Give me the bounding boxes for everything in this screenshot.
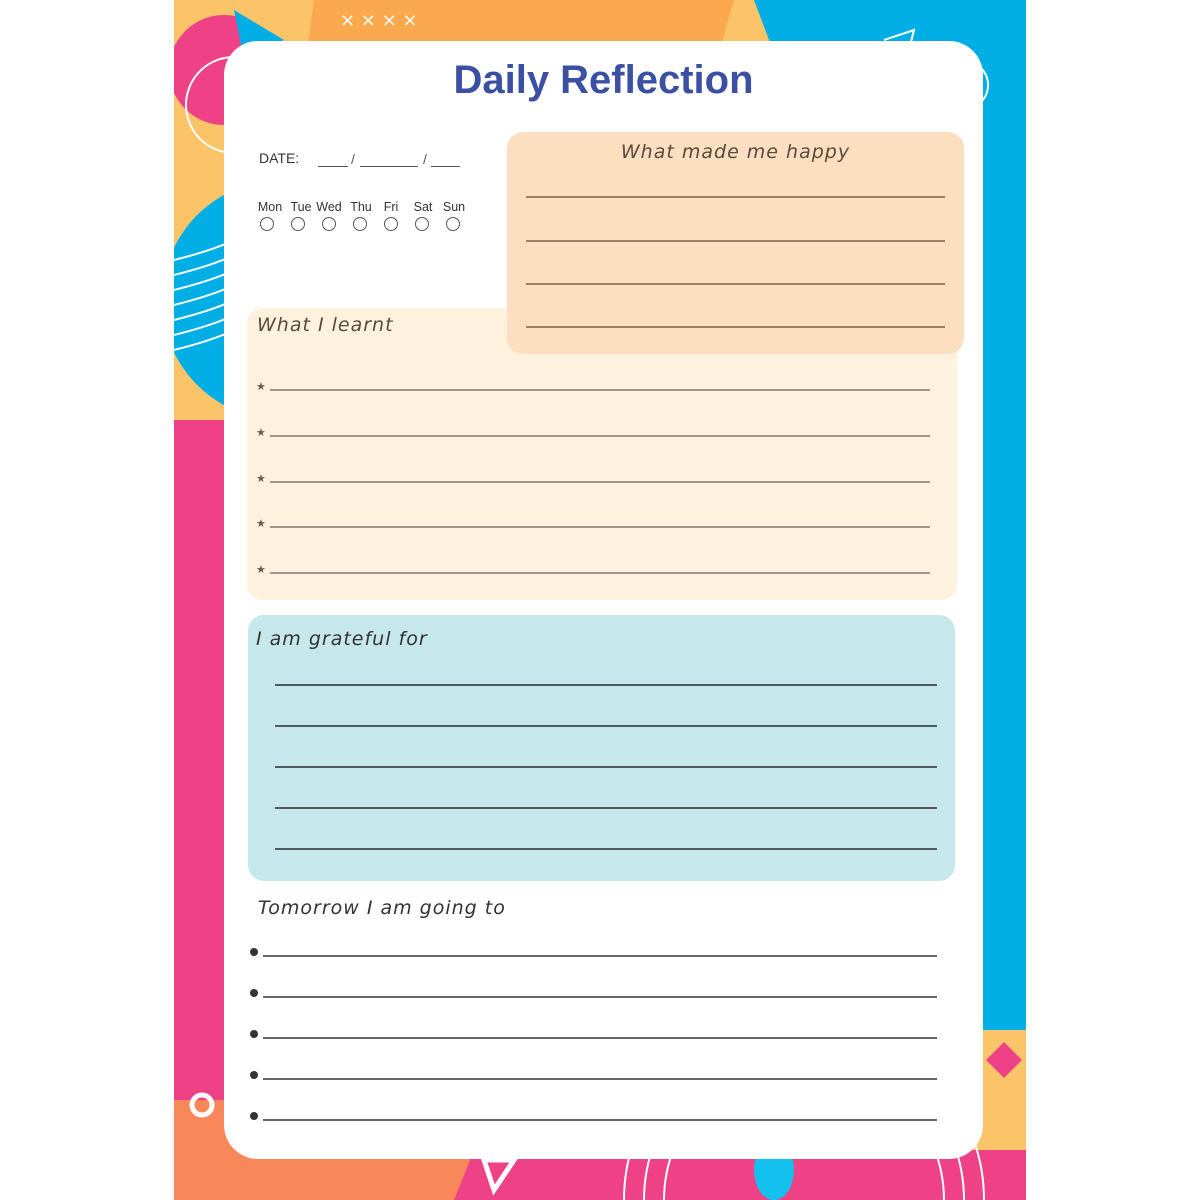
dot-icon [250, 1030, 258, 1038]
happy-entry-line[interactable] [526, 326, 945, 328]
star-icon: ★ [256, 518, 266, 530]
weekday-label-sun: Sun [442, 200, 466, 214]
date-separator: / [423, 151, 427, 167]
tomorrow-entry-line[interactable] [263, 1078, 937, 1080]
weekday-radio-sun[interactable] [446, 217, 460, 231]
weekday-radio-mon[interactable] [260, 217, 274, 231]
tomorrow-entry-line[interactable] [263, 955, 937, 957]
happy-entry-line[interactable] [526, 240, 945, 242]
learnt-entry-line[interactable] [270, 389, 930, 391]
learnt-entry-line[interactable] [270, 435, 930, 437]
weekday-radio-fri[interactable] [384, 217, 398, 231]
weekday-label-wed: Wed [316, 200, 342, 214]
weekday-label-sat: Sat [413, 200, 433, 214]
weekday-radio-tue[interactable] [291, 217, 305, 231]
star-icon: ★ [256, 564, 266, 576]
weekday-radio-thu[interactable] [353, 217, 367, 231]
learnt-entry-line[interactable] [270, 526, 930, 528]
page-title: Daily Reflection [453, 58, 754, 102]
happy-heading: What made me happy [620, 141, 851, 163]
tomorrow-entry-line[interactable] [263, 996, 937, 998]
tomorrow-entry-line[interactable] [263, 1119, 937, 1121]
tomorrow-entry-line[interactable] [263, 1037, 937, 1039]
learnt-entry-line[interactable] [270, 481, 930, 483]
dot-icon [250, 1112, 258, 1120]
weekday-label-thu: Thu [350, 200, 372, 214]
date-separator: / [351, 151, 355, 167]
grateful-entry-line[interactable] [275, 766, 937, 768]
happy-entry-line[interactable] [526, 283, 945, 285]
svg-text:× × × ×: × × × × [340, 10, 418, 31]
grateful-entry-line[interactable] [275, 848, 937, 850]
date-year-field[interactable] [431, 166, 460, 167]
tomorrow-heading: Tomorrow I am going to [258, 897, 506, 919]
grateful-heading: I am grateful for [256, 628, 428, 650]
grateful-section [248, 615, 955, 881]
star-icon: ★ [256, 381, 266, 393]
learnt-entry-line[interactable] [270, 572, 930, 574]
star-icon: ★ [256, 427, 266, 439]
dot-icon [250, 948, 258, 956]
happy-entry-line[interactable] [526, 196, 945, 198]
date-day-field[interactable] [318, 166, 348, 167]
dot-icon [250, 1071, 258, 1079]
grateful-entry-line[interactable] [275, 725, 937, 727]
grateful-entry-line[interactable] [275, 807, 937, 809]
dot-icon [250, 989, 258, 997]
date-month-field[interactable] [360, 166, 418, 167]
learnt-heading: What I learnt [257, 314, 394, 336]
star-icon: ★ [256, 473, 266, 485]
date-label: DATE: [259, 150, 300, 166]
weekday-radio-wed[interactable] [322, 217, 336, 231]
grateful-entry-line[interactable] [275, 684, 937, 686]
happy-section [507, 132, 964, 354]
weekday-radio-sat[interactable] [415, 217, 429, 231]
weekday-label-mon: Mon [257, 200, 283, 214]
weekday-label-fri: Fri [383, 200, 399, 214]
